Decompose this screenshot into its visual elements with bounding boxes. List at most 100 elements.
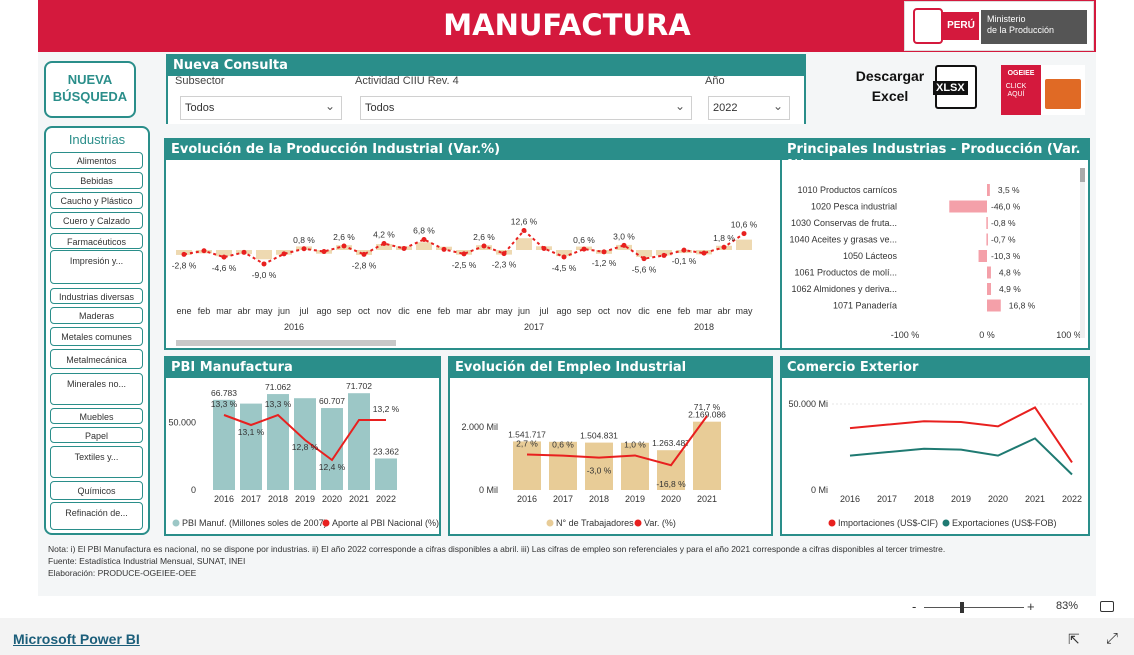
chart-bar: [693, 421, 721, 490]
top-industries-card: Principales Industrias - Producción (Var…: [780, 138, 1090, 350]
industry-item[interactable]: Maderas: [50, 307, 143, 324]
chevron-down-icon: ⌄: [772, 99, 783, 113]
x-tick-label: dic: [638, 306, 650, 316]
industry-item[interactable]: Metalmecánica: [50, 349, 143, 369]
y-tick-label: 0 Mil: [479, 485, 498, 495]
data-point: [361, 251, 367, 257]
legend-label: PBI Manuf. (Millones soles de 2007): [182, 518, 327, 528]
pbi-card: PBI Manufactura 0 50.000 66.783 2016 2017 71.…: [164, 356, 441, 536]
data-label: -46,0 %: [991, 202, 1021, 212]
chart-bar: [240, 403, 262, 490]
legend-marker: [828, 519, 836, 527]
industry-item[interactable]: Bebidas: [50, 172, 143, 189]
share-icon[interactable]: ⇱: [1068, 631, 1080, 648]
x-tick-label: 2018: [589, 494, 609, 504]
trade-title: Comercio Exterior: [782, 358, 1088, 378]
data-label: 23.362: [373, 446, 399, 456]
logo-ministry: Ministerio de la Producción: [981, 10, 1087, 44]
horizontal-scrollbar[interactable]: [176, 340, 396, 346]
x-tick-label: 2019: [625, 494, 645, 504]
data-label: -0,7 %: [991, 235, 1016, 245]
factory-icon: [1045, 79, 1081, 109]
new-search-button[interactable]: NUEVA BÚSQUEDA: [44, 61, 136, 118]
zoom-in-button[interactable]: +: [1027, 599, 1035, 614]
employment-card: Evolución del Empleo Industrial 0 Mil 2.0…: [448, 356, 773, 536]
industry-item[interactable]: Químicos: [50, 481, 143, 500]
industry-item[interactable]: Caucho y Plástico: [50, 192, 143, 209]
y-tick-label: 0 Mi: [811, 485, 828, 495]
data-label: 4,2 %: [373, 229, 395, 239]
data-point: [481, 243, 487, 249]
data-point: [661, 252, 667, 258]
category-label: 1071 Panadería: [833, 301, 897, 311]
scrollbar[interactable]: [1080, 168, 1085, 338]
data-label: -0,1 %: [672, 256, 697, 266]
ciiu-value: Todos: [365, 102, 395, 114]
industry-item[interactable]: Farmacéuticos: [50, 233, 143, 249]
category-label: 1061 Productos de molí...: [794, 268, 897, 278]
chart-bar: [978, 250, 987, 262]
industries-title: Industrias: [68, 132, 126, 147]
x-tick-label: oct: [358, 306, 371, 316]
chart-bar: [636, 250, 652, 257]
data-label: -2,3 %: [492, 260, 517, 270]
subsector-value: Todos: [185, 102, 215, 114]
x-tick-label: may: [735, 306, 753, 316]
x-tick-label: 2016: [214, 494, 234, 504]
legend-marker: [172, 519, 180, 527]
data-point: [221, 254, 227, 260]
chart-bar: [987, 283, 992, 295]
x-tick-label: jul: [538, 306, 548, 316]
data-point: [721, 244, 727, 250]
data-label: 12,4 %: [319, 462, 346, 472]
industry-item[interactable]: Impresión y...: [50, 250, 143, 284]
data-point: [501, 251, 507, 257]
category-label: 1020 Pesca industrial: [811, 202, 897, 212]
download-excel-label[interactable]: Descargar Excel: [850, 66, 930, 106]
data-label: -1,2 %: [592, 258, 617, 268]
zoom-slider-thumb[interactable]: [960, 602, 964, 613]
ogeiee-click-button[interactable]: OGEIEE CLICK AQUÍ: [1001, 65, 1085, 115]
chart-bar: [987, 266, 991, 279]
data-label: 60.707: [319, 396, 345, 406]
data-label: 4,9 %: [999, 284, 1021, 294]
industry-item[interactable]: Cuero y Calzado: [50, 212, 143, 229]
x-tick-label: may: [495, 306, 513, 316]
x-tick-label: sep: [337, 306, 352, 316]
subsector-dropdown[interactable]: Todos ⌄: [180, 96, 342, 120]
year-dropdown[interactable]: 2022 ⌄: [708, 96, 790, 120]
industry-item[interactable]: Papel: [50, 427, 143, 443]
year-value: 2022: [713, 102, 738, 114]
zoom-out-button[interactable]: -: [912, 599, 916, 614]
chart-bar: [949, 200, 987, 213]
data-label: 0,6 %: [573, 235, 595, 245]
fullscreen-icon[interactable]: ⤢: [1106, 630, 1118, 647]
industry-item[interactable]: Minerales no...: [50, 373, 143, 405]
ciiu-dropdown[interactable]: Todos ⌄: [360, 96, 692, 120]
xlsx-file-icon[interactable]: XLSX: [933, 65, 977, 109]
series-line: [849, 406, 1073, 464]
powerbi-link[interactable]: Microsoft Power BI: [13, 631, 140, 647]
x-tick-label: 2020: [661, 494, 681, 504]
industry-item[interactable]: Textiles y...: [50, 446, 143, 478]
category-label: 1050 Lácteos: [843, 251, 898, 261]
industry-item[interactable]: Alimentos: [50, 152, 143, 169]
industry-item[interactable]: Muebles: [50, 408, 143, 424]
industry-item[interactable]: Metales comunes: [50, 327, 143, 346]
fit-page-icon[interactable]: [1100, 601, 1114, 612]
data-label: -16,8 %: [656, 479, 686, 489]
data-label: -9,0 %: [252, 270, 277, 280]
ministry-logo: PERÚ Ministerio de la Producción: [904, 1, 1094, 51]
scrollbar-thumb[interactable]: [1080, 168, 1085, 182]
chart-bar: [987, 299, 1001, 312]
data-point: [561, 254, 567, 260]
data-label: 3,0 %: [613, 231, 635, 241]
industry-item[interactable]: Industrias diversas: [50, 288, 143, 304]
x-tick-label: 2018: [914, 494, 934, 504]
data-point: [701, 250, 707, 256]
pbi-chart: 0 50.000 66.783 2016 2017 71.062 2018 2019 60.70…: [168, 381, 439, 528]
zoom-slider[interactable]: [924, 602, 1024, 613]
data-point: [381, 240, 387, 246]
industry-item[interactable]: Refinación de...: [50, 502, 143, 530]
x-tick-label: 2022: [1062, 494, 1082, 504]
